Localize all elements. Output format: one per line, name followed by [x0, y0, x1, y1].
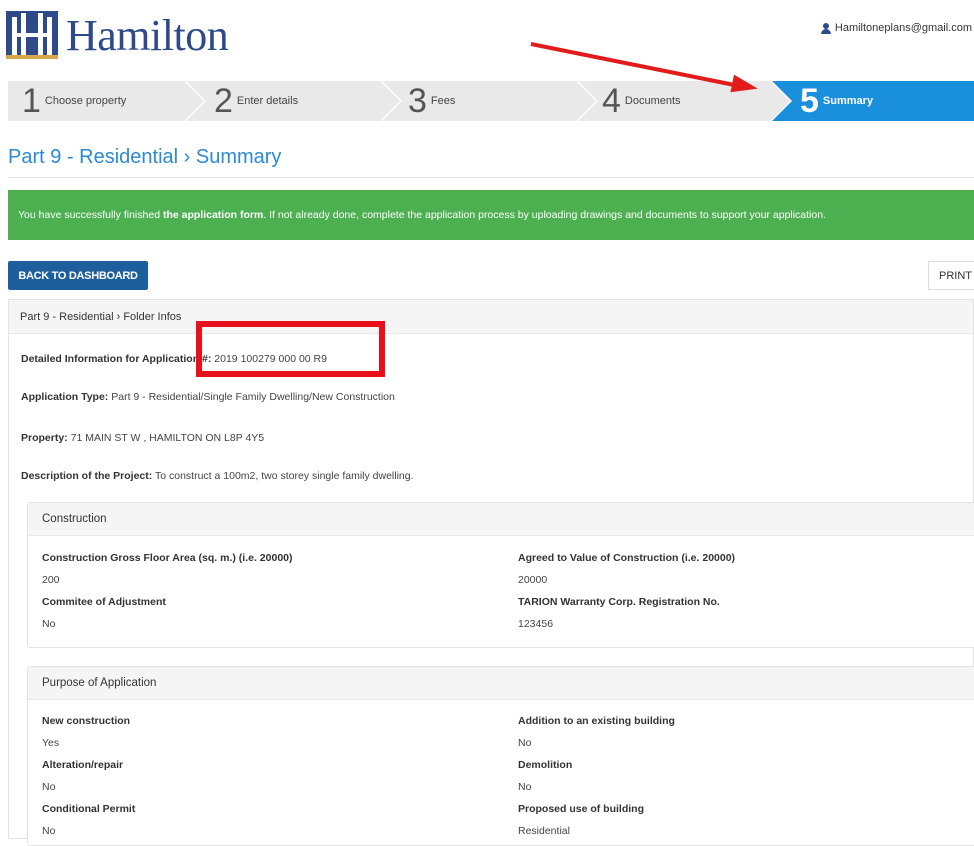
step-4-documents[interactable]: 4 Documents	[602, 81, 681, 121]
step-label: Choose property	[44, 95, 127, 107]
step-number: 5	[800, 82, 819, 120]
step-5-summary[interactable]: 5 Summary	[800, 81, 873, 121]
step-label: Enter details	[236, 95, 299, 107]
field-label: Proposed use of building	[518, 803, 644, 815]
folder-info-panel: Part 9 - Residential › Folder Infos Deta…	[8, 299, 974, 846]
field-value: No	[42, 825, 56, 837]
field-label: TARION Warranty Corp. Registration No.	[518, 596, 720, 608]
progress-steps: 1 Choose property 2 Enter details 3 Fees…	[8, 81, 974, 121]
alert-text-start: You have successfully finished	[18, 209, 163, 221]
user-account-link[interactable]: Hamiltoneplans@gmail.com	[820, 22, 972, 34]
purpose-heading: Purpose of Application	[28, 667, 974, 700]
field-label: Demolition	[518, 759, 573, 771]
info-value: Part 9 - Residential/Single Family Dwell…	[108, 391, 395, 403]
folder-info-heading: Part 9 - Residential › Folder Infos	[9, 300, 973, 334]
divider	[8, 177, 974, 178]
info-label: Property:	[21, 432, 68, 444]
field-value: 20000	[518, 574, 548, 586]
step-label: Fees	[430, 95, 456, 107]
purpose-panel: Purpose of Application New construction …	[27, 666, 974, 846]
field-value: Yes	[42, 737, 60, 749]
field-label: Commitee of Adjustment	[42, 596, 166, 608]
step-2-enter-details[interactable]: 2 Enter details	[214, 81, 298, 121]
user-email: Hamiltoneplans@gmail.com	[834, 22, 972, 34]
step-1-choose-property[interactable]: 1 Choose property	[22, 81, 126, 121]
step-3-fees[interactable]: 3 Fees	[408, 81, 455, 121]
construction-heading: Construction	[28, 503, 974, 536]
step-number: 3	[408, 82, 427, 120]
field-label: Addition to an existing building	[518, 715, 675, 727]
hamilton-logo[interactable]: Hamilton	[6, 10, 229, 60]
construction-panel: Construction Construction Gross Floor Ar…	[27, 502, 974, 648]
info-label: Application Type:	[21, 391, 109, 403]
step-number: 2	[214, 82, 233, 120]
field-value: No	[518, 737, 532, 749]
application-type: Application Type: Part 9 - Residential/S…	[21, 391, 395, 403]
back-to-dashboard-button[interactable]: BACK TO DASHBOARD	[8, 261, 148, 290]
city-crest-icon	[6, 11, 58, 59]
step-label: Summary	[822, 95, 874, 107]
alert-text-bold: the application form	[162, 209, 264, 221]
field-label: New construction	[42, 715, 131, 727]
print-button[interactable]: PRINT	[928, 261, 974, 290]
field-label: Alteration/repair	[42, 759, 124, 771]
info-label: Detailed Information for Application #:	[21, 353, 212, 365]
page-title: Part 9 - Residential › Summary	[8, 146, 282, 168]
info-label: Description of the Project:	[21, 470, 153, 482]
step-label: Documents	[624, 95, 681, 107]
field-label: Conditional Permit	[42, 803, 136, 815]
alert-text-end: . If not already done, complete the appl…	[263, 209, 826, 221]
field-value: No	[518, 781, 532, 793]
step-number: 4	[602, 82, 621, 120]
brand-name: Hamilton	[66, 10, 229, 60]
field-value: 200	[42, 574, 60, 586]
field-label: Agreed to Value of Construction (i.e. 20…	[518, 552, 736, 564]
info-value: 71 MAIN ST W , HAMILTON ON L8P 4Y5	[67, 432, 265, 444]
project-description: Description of the Project: To construct…	[21, 470, 414, 482]
property-address: Property: 71 MAIN ST W , HAMILTON ON L8P…	[21, 432, 264, 444]
field-value: No	[42, 781, 56, 793]
step-number: 1	[22, 82, 41, 120]
field-value: Residential	[518, 825, 570, 837]
field-label: Construction Gross Floor Area (sq. m.) (…	[42, 552, 293, 564]
user-icon	[820, 22, 831, 34]
success-alert: You have successfully finished the appli…	[8, 190, 974, 240]
annotation-highlight-box	[196, 321, 385, 377]
info-value: To construct a 100m2, two storey single …	[152, 470, 414, 482]
field-value: 123456	[518, 618, 554, 630]
field-value: No	[42, 618, 56, 630]
